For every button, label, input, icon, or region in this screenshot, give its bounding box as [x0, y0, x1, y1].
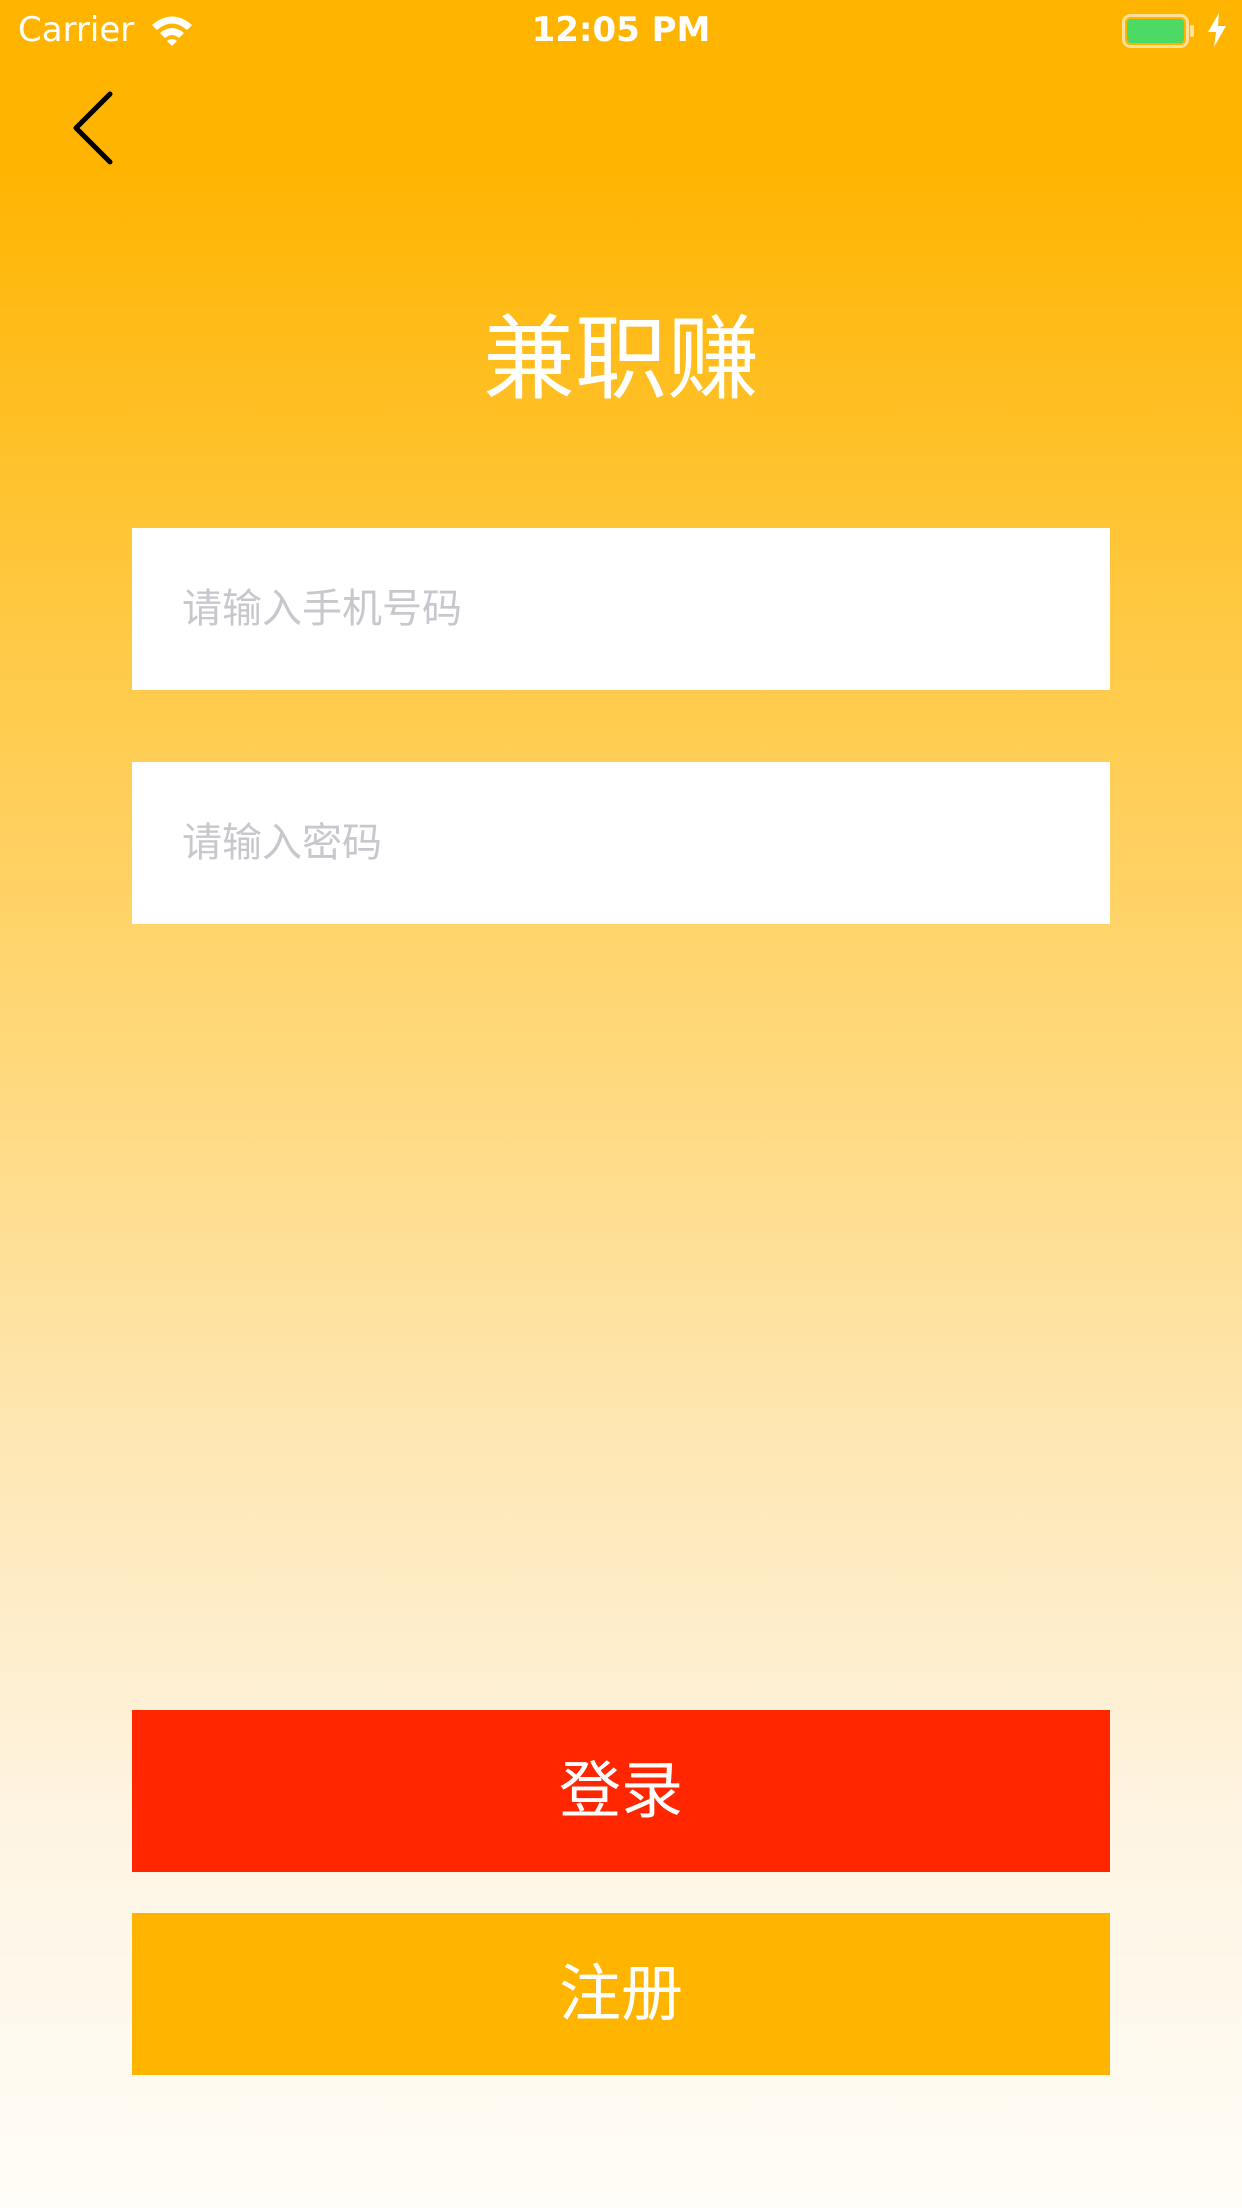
password-field[interactable] — [132, 762, 1110, 924]
phone-input[interactable] — [132, 528, 1110, 690]
register-button[interactable]: 注册 — [132, 1913, 1110, 2075]
battery-icon — [1122, 14, 1194, 48]
status-time: 12:05 PM — [531, 10, 711, 50]
password-input[interactable] — [132, 762, 1110, 924]
phone-field[interactable] — [132, 528, 1110, 690]
charging-bolt-icon — [1208, 13, 1226, 47]
back-button[interactable] — [58, 80, 138, 176]
chevron-left-icon — [73, 91, 113, 165]
status-bar: Carrier 12:05 PM — [0, 0, 1242, 60]
login-button[interactable]: 登录 — [132, 1710, 1110, 1872]
app-title: 兼职赚 — [482, 306, 759, 413]
